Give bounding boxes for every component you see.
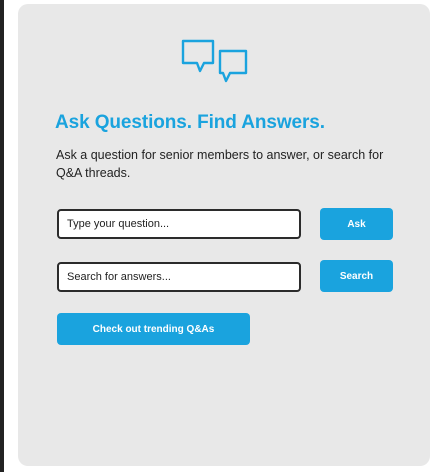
- search-input[interactable]: [57, 262, 301, 292]
- qa-panel: Ask Questions. Find Answers. Ask a quest…: [18, 4, 430, 466]
- adjacent-panel-edge: [0, 0, 4, 472]
- panel-description: Ask a question for senior members to ans…: [56, 148, 384, 180]
- panel-title: Ask Questions. Find Answers.: [55, 112, 325, 133]
- chat-bubbles-icon: [180, 38, 252, 90]
- ask-button[interactable]: Ask: [320, 208, 393, 240]
- trending-qa-button[interactable]: Check out trending Q&As: [57, 313, 250, 345]
- question-input[interactable]: [57, 209, 301, 239]
- search-button[interactable]: Search: [320, 260, 393, 292]
